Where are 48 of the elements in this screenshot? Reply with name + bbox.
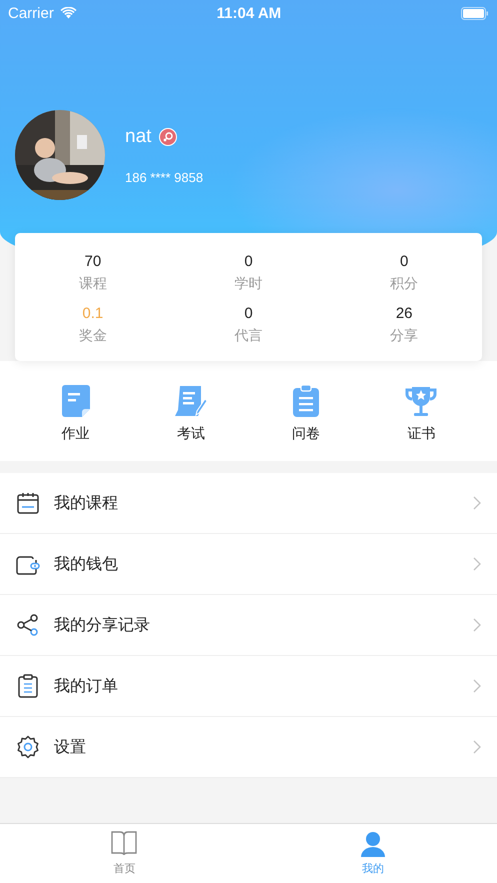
- menu-item[interactable]: 我的分享记录: [0, 595, 497, 656]
- menu-item[interactable]: 我的订单: [0, 656, 497, 717]
- stat-value: 26: [396, 305, 412, 322]
- stat-value: 0: [244, 253, 253, 270]
- chevron-icon: [473, 496, 481, 510]
- clipboard-icon: [16, 674, 40, 698]
- menu-label: 我的钱包: [54, 554, 119, 574]
- calendar-icon: [16, 492, 40, 514]
- menu-item[interactable]: 设置: [0, 717, 497, 778]
- menu-label: 设置: [54, 736, 87, 758]
- shortcut-label[interactable]: 考试: [176, 425, 205, 443]
- menu-label: 我的课程: [54, 492, 119, 514]
- user-name: nat: [125, 126, 152, 148]
- settings-icon: [16, 735, 40, 759]
- wifi-icon: [60, 7, 77, 19]
- time-text: 11:04 AM: [216, 4, 282, 22]
- stat-value: 0: [244, 305, 253, 322]
- carrier-text: Carrier: [8, 4, 54, 22]
- menu-label: 我的订单: [54, 676, 119, 696]
- stat-value: 70: [84, 253, 102, 270]
- chevron-icon: [473, 618, 481, 632]
- shortcut-label[interactable]: 证书: [407, 425, 436, 443]
- chevron-icon: [473, 557, 481, 571]
- stat-label: 代言: [234, 327, 262, 345]
- document-icon[interactable]: [62, 385, 90, 417]
- scroll-pen-icon[interactable]: [174, 385, 207, 417]
- person-icon: [358, 831, 387, 857]
- shortcut-label[interactable]: 作业: [62, 425, 90, 443]
- share-icon: [16, 614, 40, 636]
- stat-label: 课程: [78, 275, 107, 293]
- menu-item[interactable]: 我的课程: [0, 473, 497, 534]
- stat-value: 0.1: [82, 305, 104, 322]
- stat-label: 奖金: [78, 327, 107, 345]
- phone-number: 186 **** 9858: [125, 170, 204, 184]
- shortcut-label[interactable]: 问卷: [292, 425, 320, 443]
- stat-label: 积分: [390, 275, 418, 293]
- gender-icon: [159, 128, 178, 146]
- battery-icon: [461, 6, 489, 20]
- menu-label: 我的分享记录: [54, 614, 151, 636]
- trophy-icon[interactable]: [405, 385, 438, 417]
- stat-label: 学时: [234, 275, 262, 293]
- menu-item[interactable]: 我的钱包: [0, 534, 497, 595]
- chevron-icon: [473, 740, 481, 754]
- clipboard-icon[interactable]: [293, 385, 320, 417]
- stat-label: 分享: [390, 327, 418, 345]
- chevron-icon: [473, 679, 481, 693]
- book-icon: [110, 831, 138, 857]
- stat-value: 0: [400, 253, 408, 270]
